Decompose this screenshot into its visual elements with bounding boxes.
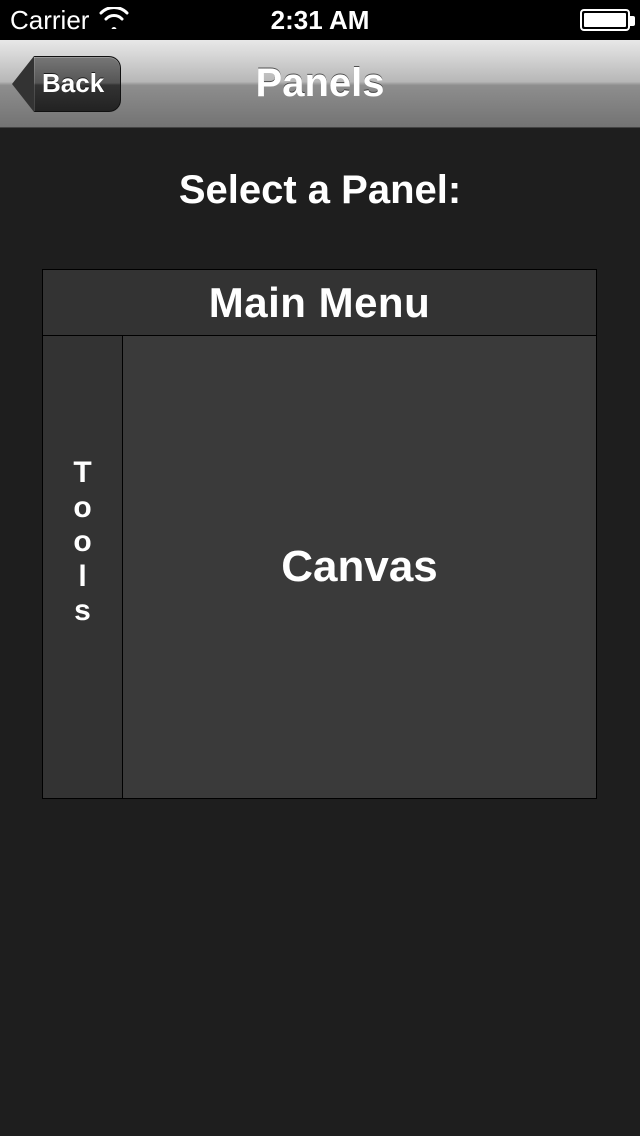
status-bar: Carrier 2:31 AM: [0, 0, 640, 40]
status-time: 2:31 AM: [217, 5, 424, 36]
wifi-icon: [99, 5, 129, 36]
chevron-left-icon: [12, 56, 34, 112]
panel-main-menu[interactable]: Main Menu: [43, 270, 596, 336]
prompt-label: Select a Panel:: [0, 168, 640, 213]
back-button[interactable]: Back: [12, 56, 121, 112]
panel-grid: Main Menu T o o l s Canvas: [42, 269, 597, 799]
status-left: Carrier: [10, 5, 217, 36]
panel-tools[interactable]: T o o l s: [43, 336, 123, 798]
page-title: Panels: [256, 61, 385, 106]
content: Select a Panel: Main Menu T o o l s Canv…: [0, 128, 640, 1136]
nav-bar: Back Panels: [0, 40, 640, 128]
status-right: [423, 9, 630, 31]
back-button-label: Back: [34, 56, 121, 112]
battery-icon: [580, 9, 630, 31]
carrier-label: Carrier: [10, 5, 89, 36]
panel-canvas[interactable]: Canvas: [123, 336, 596, 798]
